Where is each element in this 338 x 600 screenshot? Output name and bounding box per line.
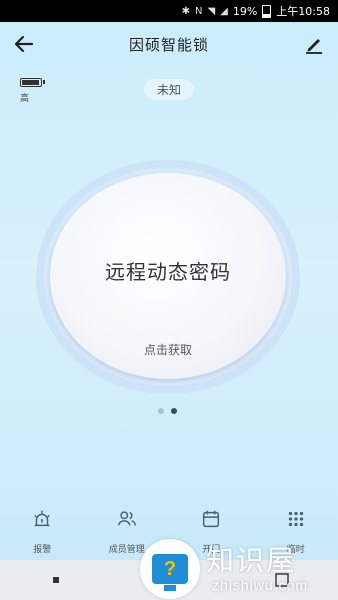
page-indicator xyxy=(158,408,177,414)
lock-battery: 高 xyxy=(20,78,50,104)
remote-password-label: 远程动态密码 xyxy=(105,260,231,284)
nav-alarm-label: 报警 xyxy=(33,545,52,555)
signal-icon: ◢ xyxy=(220,5,228,17)
bluetooth-icon: ✱ xyxy=(181,5,190,17)
wifi-icon: ◥ xyxy=(207,5,216,17)
watermark-text: 知识屋 zhishiwu.com xyxy=(206,544,309,594)
lock-status-badge: 未知 xyxy=(144,79,194,100)
alarm-light-icon xyxy=(34,510,51,527)
calendar-icon xyxy=(203,510,220,528)
battery-level-label: 高 xyxy=(20,94,30,104)
watermark-title: 知识屋 xyxy=(206,544,297,577)
app-bar: 因硕智能锁 xyxy=(0,22,338,66)
keypad-icon xyxy=(288,511,303,527)
page-title: 因硕智能锁 xyxy=(128,35,209,54)
recent-apps-button[interactable] xyxy=(36,565,76,595)
clock: 上午10:58 xyxy=(276,5,330,18)
users-icon xyxy=(117,511,136,526)
battery-icon xyxy=(20,78,45,87)
phone-battery-icon xyxy=(262,4,272,18)
status-bar: ✱ N ◥ ◢ 19% 上午10:58 xyxy=(0,0,338,22)
pencil-icon xyxy=(306,39,322,54)
watermark-logo: ? xyxy=(140,539,200,599)
arrow-left-icon xyxy=(14,35,34,53)
watermark: ? 知识屋 zhishiwu.com xyxy=(140,538,338,600)
edit-button[interactable] xyxy=(302,32,326,56)
battery-percent: 19% xyxy=(232,4,258,18)
recent-apps-icon xyxy=(53,577,60,583)
page-dot-2[interactable] xyxy=(171,408,177,414)
back-button[interactable] xyxy=(12,32,36,56)
battery-fill xyxy=(22,80,39,85)
watermark-url: zhishiwu.com xyxy=(212,577,309,593)
page-dot-1[interactable] xyxy=(158,408,164,414)
nfc-icon: N xyxy=(194,5,203,17)
monitor-question-icon: ? xyxy=(152,554,188,591)
nav-alarm[interactable]: 报警 xyxy=(0,508,84,558)
remote-password-button[interactable]: 远程动态密码 点击获取 xyxy=(50,173,286,379)
tap-to-get-label: 点击获取 xyxy=(143,343,192,357)
